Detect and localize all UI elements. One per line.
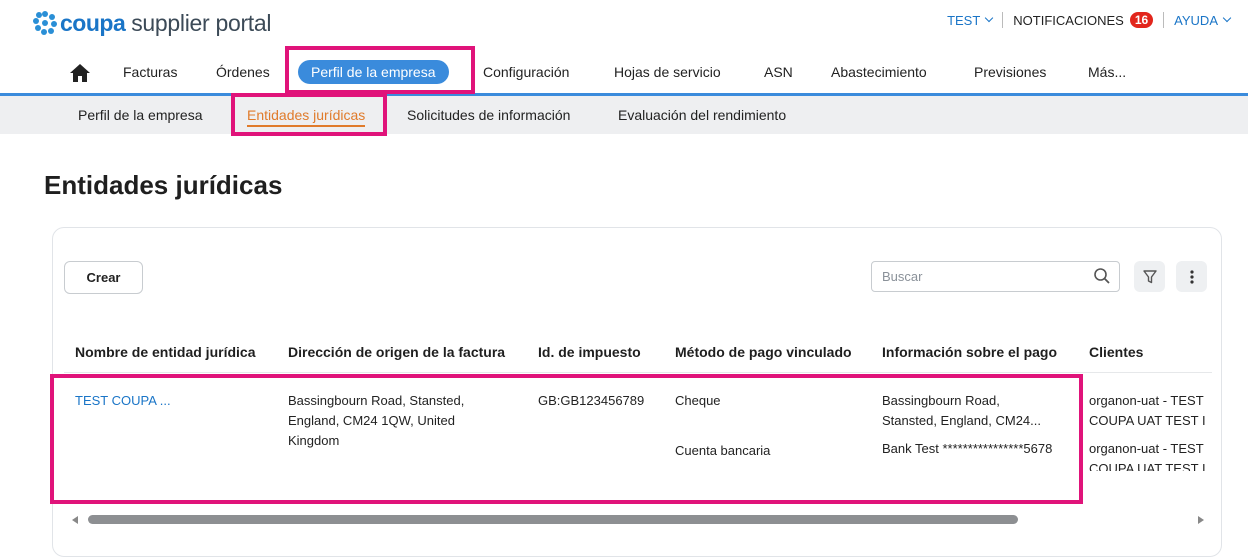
more-options-button[interactable] (1176, 261, 1207, 292)
column-header-address[interactable]: Dirección de origen de la factura (288, 344, 505, 360)
nav-facturas[interactable]: Facturas (123, 64, 177, 80)
filter-icon (1142, 269, 1157, 283)
nav-configuracion[interactable]: Configuración (483, 64, 569, 80)
nav-mas[interactable]: Más... (1088, 64, 1126, 80)
scrollbar-thumb[interactable] (88, 515, 1018, 524)
notifications-badge: 16 (1129, 12, 1154, 28)
nav-abastecimiento[interactable]: Abastecimiento (831, 64, 927, 80)
client-1-line-1: organon-uat - TEST (1089, 393, 1204, 408)
coupa-logo[interactable]: coupa supplier portal (32, 8, 272, 38)
logo-text: supplier portal (131, 9, 272, 36)
address-line-2: England, CM24 1QW, United (288, 413, 455, 428)
user-menu-label: TEST (947, 12, 981, 28)
help-menu-label: AYUDA (1174, 12, 1218, 28)
client-2-line-1: organon-uat - TEST (1089, 441, 1204, 456)
subnav-perfil-empresa[interactable]: Perfil de la empresa (78, 107, 203, 123)
nav-previsiones[interactable]: Previsiones (974, 64, 1046, 80)
notifications-link[interactable]: NOTIFICACIONES 16 (1013, 12, 1154, 28)
divider (1002, 12, 1004, 28)
notifications-label: NOTIFICACIONES (1013, 12, 1124, 28)
client-1-line-2: COUPA UAT TEST I (1089, 413, 1206, 428)
home-icon[interactable] (68, 62, 92, 84)
address-line-3: Kingdom (288, 433, 340, 448)
payment-info-2: Bank Test ****************5678 (882, 441, 1053, 456)
sub-nav: Perfil de la empresa Entidades jurídicas… (0, 96, 1248, 134)
payment-method-1: Cheque (675, 393, 721, 408)
nav-ordenes[interactable]: Órdenes (216, 64, 270, 80)
top-bar: coupa supplier portal TEST NOTIFICACIONE… (0, 0, 1248, 48)
tax-id-value: GB:GB123456789 (538, 393, 645, 408)
scroll-left-icon[interactable] (72, 516, 78, 524)
more-vertical-icon (1189, 269, 1194, 284)
scroll-right-icon[interactable] (1198, 516, 1204, 524)
payment-info-1-line-2: Stansted, England, CM24... (882, 413, 1041, 428)
header-right-menu: TEST NOTIFICACIONES 16 AYUDA (947, 12, 1232, 28)
nav-perfil-empresa[interactable]: Perfil de la empresa (298, 60, 449, 84)
column-header-clients[interactable]: Clientes (1089, 344, 1143, 360)
help-menu[interactable]: AYUDA (1174, 12, 1232, 28)
chevron-down-icon (985, 13, 994, 23)
search-icon[interactable] (1093, 267, 1111, 285)
clients-cell: organon-uat - TEST COUPA UAT TEST I orga… (1089, 391, 1212, 471)
subnav-evaluacion-rendimiento[interactable]: Evaluación del rendimiento (618, 107, 786, 123)
search-box (871, 261, 1120, 292)
filter-button[interactable] (1134, 261, 1165, 292)
user-menu[interactable]: TEST (947, 12, 994, 28)
subnav-solicitudes-informacion[interactable]: Solicitudes de información (407, 107, 570, 123)
nav-hojas-servicio[interactable]: Hojas de servicio (614, 64, 721, 80)
column-header-payment-method[interactable]: Método de pago vinculado (675, 344, 852, 360)
payment-info-1-line-1: Bassingbourn Road, (882, 393, 1000, 408)
entity-name-link[interactable]: TEST COUPA ... (75, 391, 171, 411)
divider (1163, 12, 1165, 28)
column-header-name[interactable]: Nombre de entidad jurídica (75, 344, 255, 360)
coupa-logo-icon (32, 10, 58, 36)
table-divider (64, 372, 1212, 373)
payment-method-2: Cuenta bancaria (675, 443, 771, 458)
create-button[interactable]: Crear (64, 261, 143, 294)
search-input[interactable] (872, 262, 1082, 291)
main-nav: Facturas Órdenes Perfil de la empresa Co… (0, 56, 1248, 92)
column-header-payment-info[interactable]: Información sobre el pago (882, 344, 1057, 360)
page-title: Entidades jurídicas (44, 170, 283, 200)
nav-asn[interactable]: ASN (764, 64, 793, 80)
logo-brand: coupa (60, 9, 126, 36)
address-line-1: Bassingbourn Road, Stansted, (288, 393, 465, 408)
horizontal-scrollbar[interactable] (64, 513, 1212, 527)
client-2-line-2: COUPA UAT TEST I (1089, 461, 1206, 471)
subnav-entidades-juridicas[interactable]: Entidades jurídicas (247, 107, 366, 127)
chevron-down-icon (1222, 13, 1232, 23)
column-header-tax-id[interactable]: Id. de impuesto (538, 344, 641, 360)
